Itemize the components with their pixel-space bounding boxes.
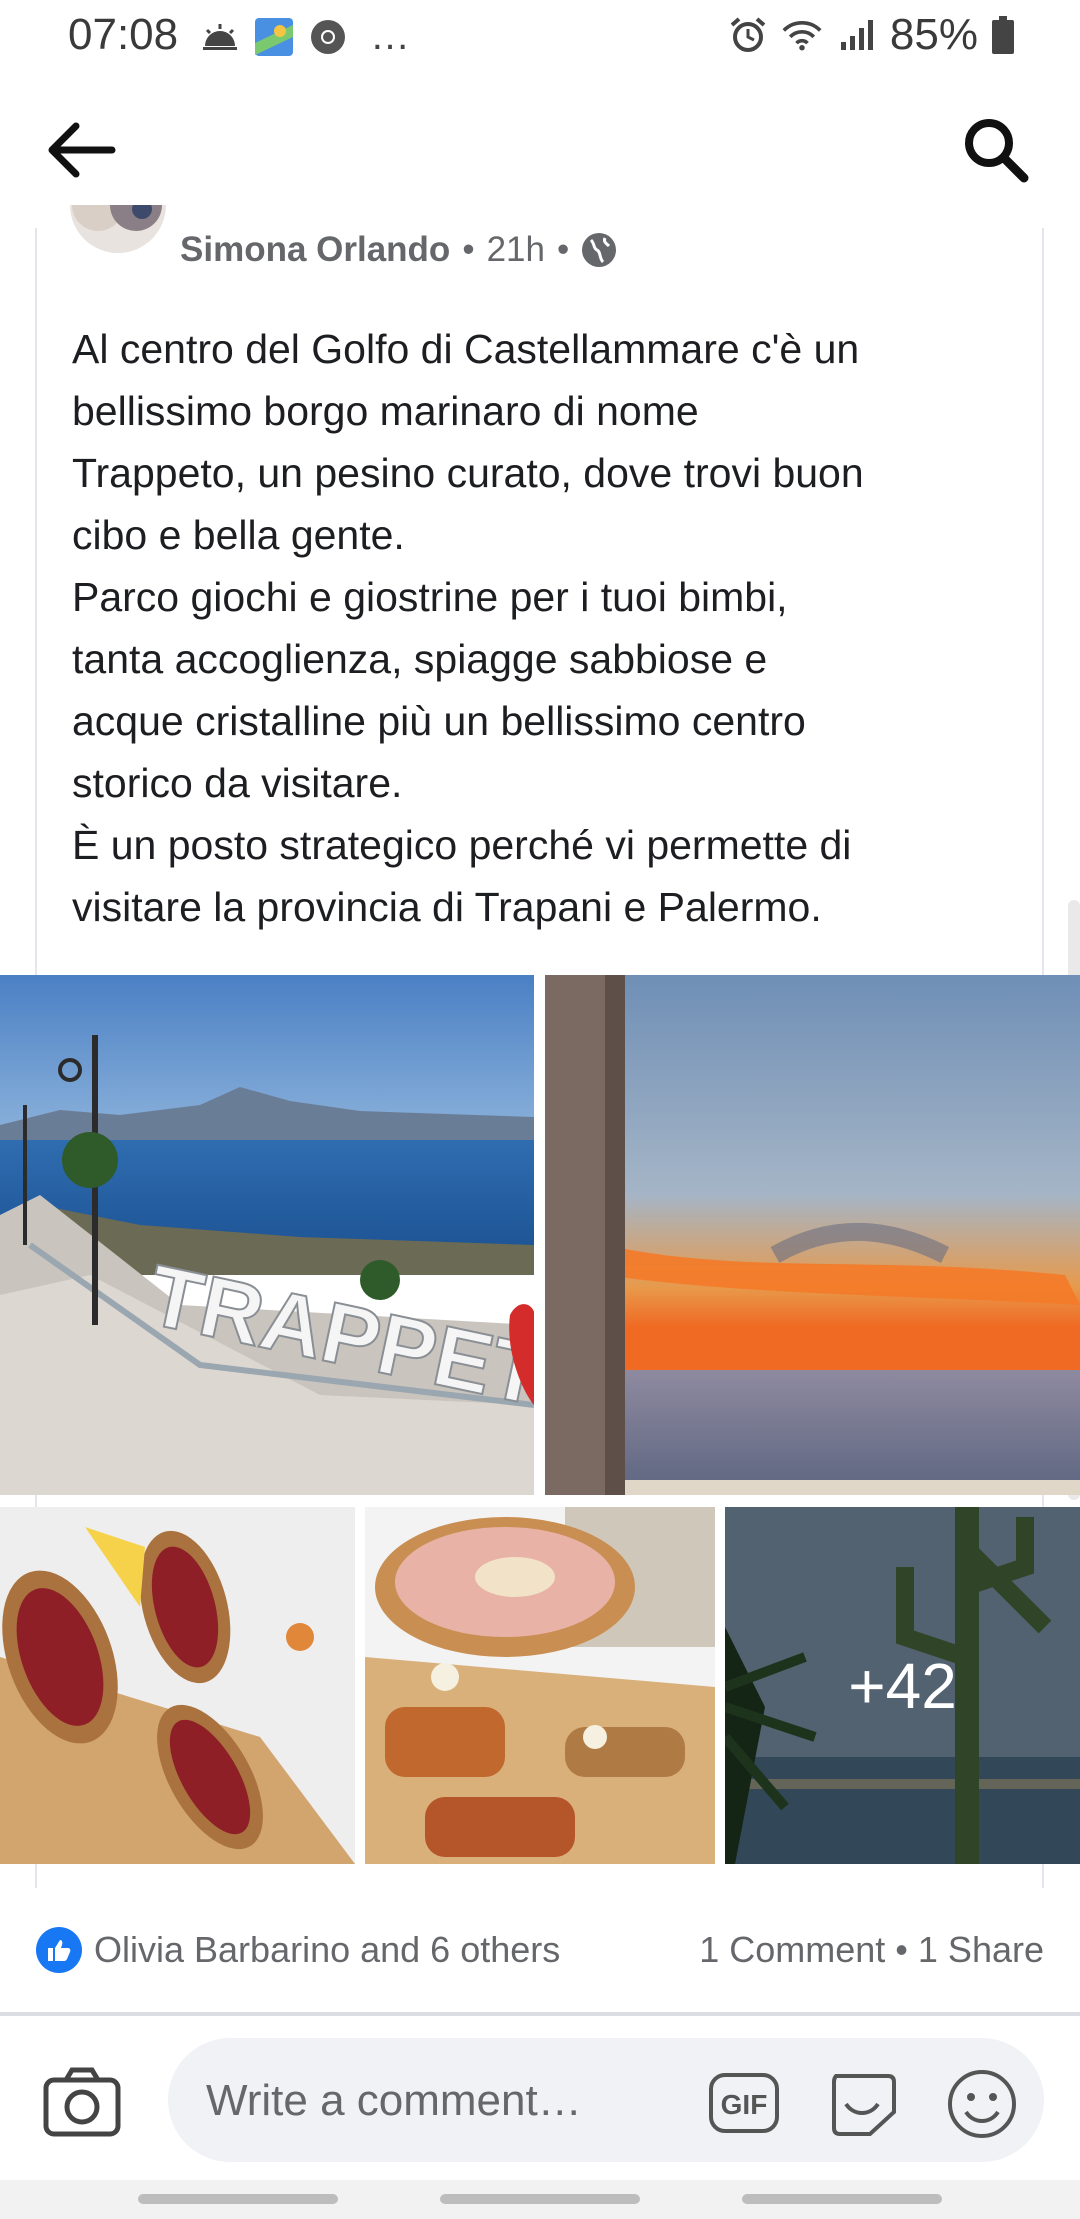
emoji-button[interactable] — [946, 2068, 1018, 2140]
maps-icon — [254, 17, 294, 57]
status-time: 07:08 — [68, 10, 179, 59]
signal-icon — [836, 15, 876, 55]
meta-separator: • — [462, 230, 475, 269]
globe-icon — [582, 233, 617, 267]
wifi-icon — [782, 15, 822, 55]
photo-sunset[interactable] — [545, 975, 1080, 1495]
photo-trappeto-sign[interactable]: TRAPPET — [0, 975, 534, 1495]
author-avatar[interactable] — [70, 205, 166, 253]
weather-icon — [200, 17, 240, 57]
meta-separator: • — [556, 230, 570, 269]
battery-icon — [992, 15, 1014, 55]
divider — [0, 2012, 1080, 2016]
post-time[interactable]: 21h — [487, 230, 545, 270]
comment-placeholder: Write a comment… — [206, 2076, 582, 2125]
back-button[interactable] — [48, 122, 120, 178]
reactions-row: Olivia Barbarino and 6 others 1 Comment … — [36, 1920, 1044, 1980]
nav-back-button[interactable] — [742, 2194, 942, 2204]
nav-recent-button[interactable] — [138, 2194, 338, 2204]
emoji-icon — [948, 2070, 1016, 2138]
camera-button[interactable] — [42, 2066, 122, 2138]
nav-home-button[interactable] — [440, 2194, 640, 2204]
system-nav-bar — [0, 2180, 1080, 2219]
chrome-icon — [308, 17, 348, 57]
comments-shares-count[interactable]: 1 Comment • 1 Share — [699, 1929, 1044, 1971]
author-name[interactable]: Simona Orlando — [180, 230, 450, 270]
alarm-icon — [728, 15, 768, 55]
post-text: Al centro del Golfo di Castellammare c'è… — [72, 326, 864, 930]
comment-bar: Write a comment… GIF — [0, 2020, 1080, 2180]
post-header: Simona Orlando • 21h • — [180, 230, 617, 270]
battery-percent: 85% — [889, 10, 978, 59]
search-icon — [965, 119, 1029, 183]
more-photos-overlay[interactable]: +42 — [725, 1507, 1080, 1864]
status-system-icons: 85% — [728, 10, 1014, 60]
gif-button[interactable]: GIF — [708, 2072, 780, 2134]
status-bar: 07:08 … 85% — [0, 0, 1080, 72]
sticker-icon — [832, 2074, 896, 2136]
status-notification-icons: … — [200, 14, 410, 59]
back-arrow-icon — [48, 122, 116, 178]
sticker-button[interactable] — [826, 2068, 898, 2138]
photo-charcuterie[interactable] — [365, 1507, 715, 1864]
photo-bruschetta[interactable] — [0, 1507, 355, 1864]
comment-input[interactable]: Write a comment… GIF — [168, 2038, 1044, 2162]
camera-icon — [43, 2067, 121, 2137]
like-icon — [36, 1927, 82, 1973]
gif-icon: GIF — [709, 2073, 779, 2133]
gif-label: GIF — [721, 2089, 768, 2120]
photo-more[interactable]: +42 — [725, 1507, 1080, 1864]
more-photos-count: +42 — [848, 1649, 957, 1722]
reactions-summary[interactable]: Olivia Barbarino and 6 others — [94, 1929, 560, 1971]
more-notifications-icon: … — [370, 14, 410, 58]
app-bar — [0, 100, 1080, 200]
search-button[interactable] — [962, 116, 1030, 184]
